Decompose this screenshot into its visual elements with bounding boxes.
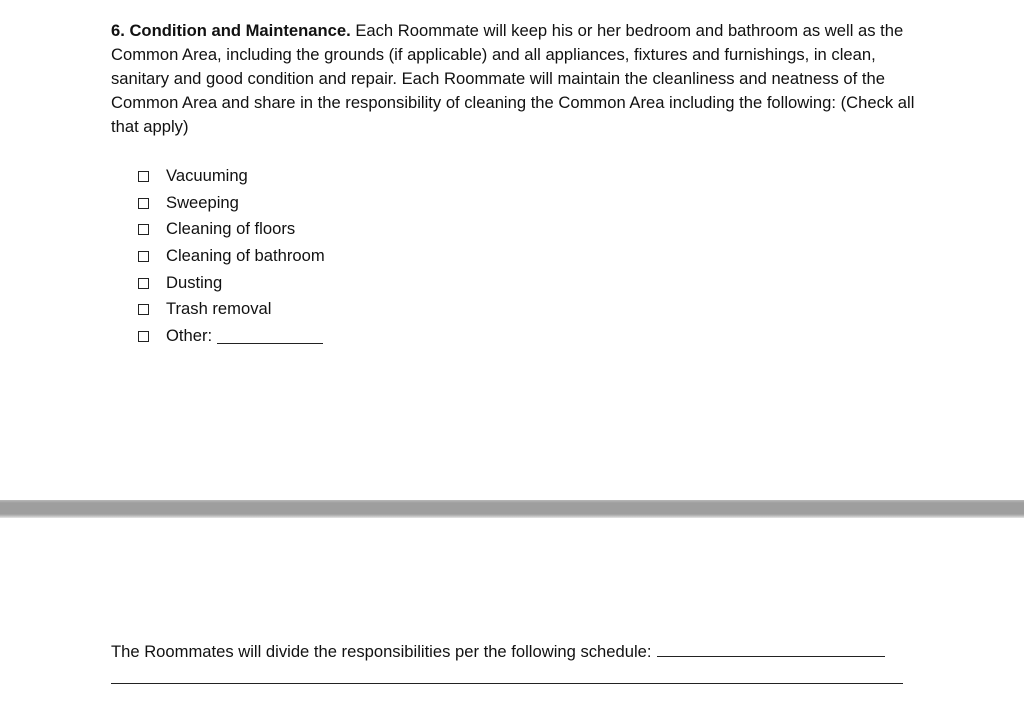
checkbox[interactable] xyxy=(138,170,149,182)
schedule-continuation-blank[interactable] xyxy=(111,683,903,684)
checklist-item-label: Cleaning of bathroom xyxy=(166,246,325,266)
checklist-item-cleaning-bathroom[interactable]: Cleaning of bathroom xyxy=(138,243,325,270)
checklist-item-label: Dusting xyxy=(166,272,223,292)
section-heading: 6. Condition and Maintenance. xyxy=(111,21,351,40)
other-blank-field[interactable] xyxy=(217,329,324,344)
document-page-1: 6. Condition and Maintenance. Each Roomm… xyxy=(0,0,1024,500)
checklist-item-label: Trash removal xyxy=(166,299,272,319)
checklist-item-trash-removal[interactable]: Trash removal xyxy=(138,296,325,323)
checkbox[interactable] xyxy=(138,197,149,209)
page-break-divider xyxy=(0,500,1024,518)
checklist-item-cleaning-floors[interactable]: Cleaning of floors xyxy=(138,216,325,243)
checklist-item-label: Other: xyxy=(166,326,213,346)
condition-maintenance-section: 6. Condition and Maintenance. Each Roomm… xyxy=(111,19,921,139)
schedule-line: The Roommates will divide the responsibi… xyxy=(111,640,921,664)
checkbox[interactable] xyxy=(138,250,149,262)
document-page-2 xyxy=(0,518,1024,707)
checklist-item-label: Vacuuming xyxy=(166,166,248,185)
checklist-item-label: Sweeping xyxy=(166,192,239,212)
checkbox[interactable] xyxy=(138,330,149,342)
checklist-item-dusting[interactable]: Dusting xyxy=(138,270,325,297)
cleaning-checklist: Vacuuming Sweeping Cleaning of floors Cl… xyxy=(138,163,325,350)
checkbox[interactable] xyxy=(138,224,149,236)
checklist-item-sweeping[interactable]: Sweeping xyxy=(138,190,325,217)
checklist-item-other[interactable]: Other: xyxy=(138,323,325,350)
checkbox[interactable] xyxy=(138,304,149,316)
checklist-item-label: Cleaning of floors xyxy=(166,219,296,239)
schedule-text: The Roommates will divide the responsibi… xyxy=(111,642,652,661)
schedule-blank-field[interactable] xyxy=(656,642,885,657)
checklist-item-vacuuming[interactable]: Vacuuming xyxy=(138,163,325,190)
checkbox[interactable] xyxy=(138,277,149,289)
